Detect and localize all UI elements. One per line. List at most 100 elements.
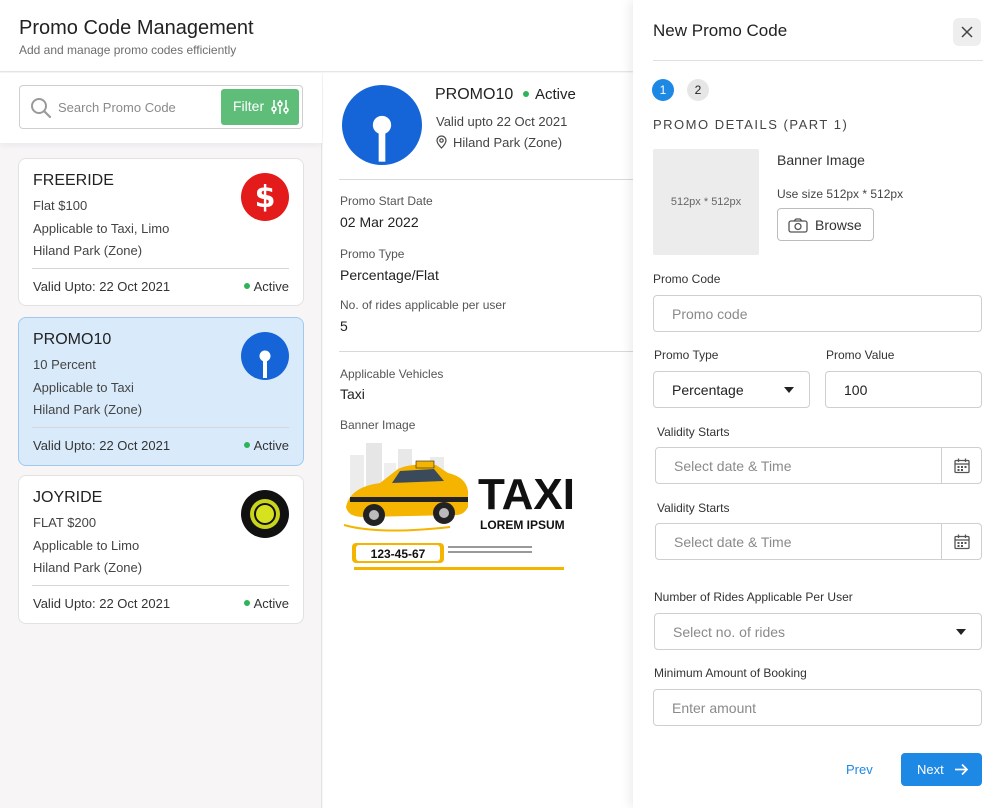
status-text: Active [253,279,289,294]
detail-validity: Valid upto 22 Oct 2021 [436,114,568,129]
banner-headline: TAXI [478,470,574,519]
keyhole-logo-icon [241,332,289,380]
status-dot-icon [243,442,250,448]
detail-location: Hiland Park (Zone) [436,135,562,150]
chevron-down-icon [956,629,966,635]
status-badge: Active [243,596,289,611]
browse-button[interactable]: Browse [777,208,874,241]
divider [653,60,983,61]
promo-type-label: Promo Type [340,247,405,261]
promo-card[interactable]: JOYRIDE FLAT $200 Applicable to Limo Hil… [18,475,304,624]
filter-button[interactable]: Filter [221,89,299,125]
banner-image-label: Banner Image [340,418,416,432]
location-text: Hiland Park (Zone) [453,135,563,150]
search-bar: Search Promo Code Filter [0,73,322,143]
search-icon [30,97,52,119]
divider [339,351,633,352]
browse-label: Browse [815,217,862,233]
calendar-button[interactable] [941,448,981,483]
promo-code-placeholder: Promo code [672,306,748,322]
promo-value-input[interactable]: 100 [825,371,982,408]
promo-type-select[interactable]: Percentage [653,371,810,408]
promo-card-validity: Valid Upto: 22 Oct 2021 [33,596,171,611]
promo-type-label: Promo Type [654,348,719,362]
promo-card-value: 10 Percent [33,357,96,372]
promo-card[interactable]: FREERIDE Flat $100 Applicable to Taxi, L… [18,158,304,306]
promo-list-panel: Search Promo Code Filter FREERIDE Flat $… [0,73,322,808]
search-placeholder: Search Promo Code [58,100,176,115]
promo-card-code: FREERIDE [33,172,114,189]
close-icon [961,26,973,38]
next-button[interactable]: Next [901,753,982,786]
validity-start-input[interactable]: Select date & Time [655,447,982,484]
rides-select[interactable]: Select no. of rides [654,613,982,650]
start-date-label: Promo Start Date [340,194,433,208]
page-subtitle: Add and manage promo codes efficiently [19,43,237,57]
promo-code-input[interactable]: Promo code [653,295,982,332]
new-promo-modal: New Promo Code 1 2 PROMO DETAILS (PART 1… [633,0,1000,808]
promo-card-zone: Hiland Park (Zone) [33,402,143,417]
promo-card-validity: Valid Upto: 22 Oct 2021 [33,279,171,294]
promo-card-divider [32,585,289,586]
status-badge: Active [523,86,576,103]
validity-start-label: Validity Starts [657,425,730,439]
ring-logo-icon [241,490,289,538]
promo-detail-panel: PROMO10 Active Valid upto 22 Oct 2021 Hi… [323,73,633,808]
chevron-down-icon [784,387,794,393]
page-title: Promo Code Management [19,17,254,39]
start-date-value: 02 Mar 2022 [340,214,419,230]
vehicles-label: Applicable Vehicles [340,367,444,381]
svg-text:$: $ [255,180,276,215]
banner-image: TAXI LOREM IPSUM 123-45-67 [340,435,575,585]
rides-placeholder: Select no. of rides [673,624,786,640]
divider [339,179,633,180]
promo-card-applicable: Applicable to Limo [33,538,140,553]
step-2-indicator[interactable]: 2 [687,79,709,101]
status-text: Active [535,86,576,103]
section-title: PROMO DETAILS (PART 1) [653,117,849,132]
status-badge: Active [243,279,289,294]
promo-card-applicable: Applicable to Taxi, Limo [33,221,170,236]
promo-card-code: JOYRIDE [33,489,103,506]
promo-card-divider [32,268,289,269]
promo-card-selected[interactable]: PROMO10 10 Percent Applicable to Taxi Hi… [18,317,304,466]
status-badge: Active [243,438,289,453]
min-amount-input[interactable]: Enter amount [653,689,982,726]
keyhole-logo-icon [342,85,422,165]
promo-code-label: Promo Code [653,272,721,286]
validity-end-label: Validity Starts [657,501,730,515]
promo-type-value: Percentage [672,382,744,398]
status-dot-icon [243,600,250,606]
promo-value-label: Promo Value [826,348,895,362]
validity-end-input[interactable]: Select date & Time [655,523,982,560]
promo-card-value: Flat $100 [33,198,88,213]
status-dot-icon [243,283,250,289]
modal-title: New Promo Code [653,21,788,40]
prev-button[interactable]: Prev [846,762,873,777]
min-amount-placeholder: Enter amount [672,700,757,716]
promo-card-value: FLAT $200 [33,515,97,530]
promo-value-value: 100 [844,382,868,398]
banner-phone: 123-45-67 [371,547,426,561]
arrow-right-icon [955,763,969,776]
step-1-indicator[interactable]: 1 [652,79,674,101]
promo-card-divider [32,427,289,428]
camera-icon [788,218,808,233]
promo-card-validity: Valid Upto: 22 Oct 2021 [33,438,171,453]
search-input[interactable]: Search Promo Code Filter [19,85,303,129]
sliders-icon [271,100,289,114]
promo-card-zone: Hiland Park (Zone) [33,243,143,258]
validity-start-placeholder: Select date & Time [674,458,792,474]
calendar-button[interactable] [941,524,981,559]
promo-card-zone: Hiland Park (Zone) [33,560,143,575]
detail-promo-code: PROMO10 [435,86,514,103]
close-button[interactable] [953,18,981,46]
location-pin-icon [436,135,447,149]
banner-tagline: LOREM IPSUM [480,518,565,532]
banner-size-hint: Use size 512px * 512px [777,187,904,201]
status-dot-icon [523,91,529,97]
next-label: Next [917,762,944,777]
validity-end-placeholder: Select date & Time [674,534,792,550]
calendar-icon [954,458,970,474]
rides-label: No. of rides applicable per user [340,298,507,312]
